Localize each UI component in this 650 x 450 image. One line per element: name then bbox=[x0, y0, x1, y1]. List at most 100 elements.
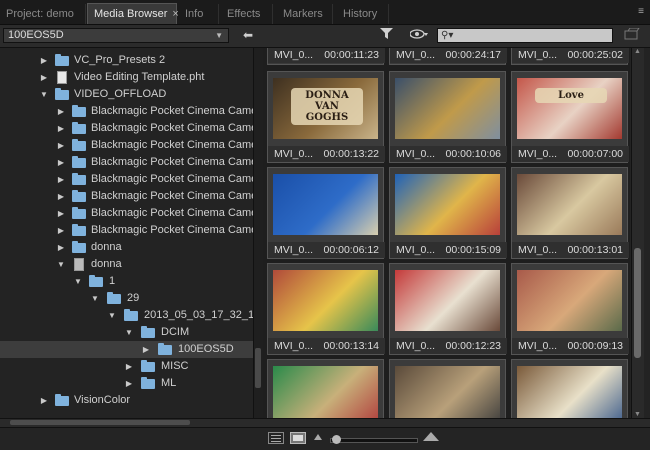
tree-item[interactable]: ▶ Blackmagic Pocket Cinema Camer bbox=[0, 171, 253, 188]
expand-arrow-icon[interactable]: ▶ bbox=[40, 392, 48, 409]
tree-item[interactable]: ▶ Blackmagic Pocket Cinema Camer bbox=[0, 137, 253, 154]
tree-scrollbar[interactable] bbox=[253, 48, 263, 418]
tree-item[interactable]: ▶ VC_Pro_Presets 2 bbox=[0, 52, 253, 69]
clip-thumbnail[interactable]: Love bbox=[517, 78, 622, 139]
tree-item[interactable]: ▶ ML bbox=[0, 375, 253, 392]
tree-item[interactable]: ▼ 29 bbox=[0, 290, 253, 307]
tree-item[interactable]: ▶ Video Editing Template.pht bbox=[0, 69, 253, 86]
tab-project[interactable]: Project: demo bbox=[0, 4, 86, 24]
icon-view-icon[interactable] bbox=[290, 432, 306, 444]
expand-arrow-icon[interactable]: ▶ bbox=[57, 120, 65, 137]
scroll-up-icon[interactable]: ▲ bbox=[634, 48, 641, 55]
expand-arrow-icon[interactable]: ▶ bbox=[57, 205, 65, 222]
expand-arrow-icon[interactable]: ▶ bbox=[142, 341, 150, 358]
tree-item-label: VisionColor bbox=[74, 394, 131, 406]
clip-thumbnail[interactable]: DONNA VAN GOGHS bbox=[273, 78, 378, 139]
tab-media-browser[interactable]: Media Browser × bbox=[87, 3, 179, 24]
media-clip[interactable]: MVI_0...00:00:14:17 bbox=[267, 359, 384, 418]
clip-thumbnail[interactable] bbox=[273, 366, 378, 418]
tree-item[interactable]: ▶ Blackmagic Pocket Cinema Camer bbox=[0, 222, 253, 239]
tree-item[interactable]: ▶ Blackmagic Pocket Cinema Camer bbox=[0, 188, 253, 205]
tree-item[interactable]: ▶ Blackmagic Pocket Cinema Camer bbox=[0, 120, 253, 137]
list-view-icon[interactable] bbox=[268, 432, 284, 444]
clip-thumbnail[interactable] bbox=[273, 270, 378, 331]
back-arrow-icon[interactable]: ⬅ bbox=[243, 28, 253, 43]
expand-arrow-icon[interactable]: ▶ bbox=[57, 188, 65, 205]
clip-thumbnail[interactable] bbox=[395, 174, 500, 235]
thumbnail-size-slider[interactable] bbox=[330, 435, 418, 444]
media-clip[interactable]: MVI_0... 00:00:11:23 bbox=[267, 48, 385, 65]
horizontal-scrollbar[interactable] bbox=[0, 418, 650, 427]
location-dropdown[interactable]: 100EOS5D ▼ bbox=[3, 28, 229, 43]
media-clip[interactable]: MVI_0...00:00:17:11 bbox=[389, 359, 506, 418]
media-clip[interactable]: MVI_0... 00:00:06:12 bbox=[267, 167, 385, 259]
media-clip[interactable]: MVI_0... 00:00:13:14 bbox=[267, 263, 385, 355]
tree-item-selected[interactable]: ▶ 100EOS5D bbox=[0, 341, 253, 358]
tab-markers[interactable]: Markers bbox=[277, 4, 333, 24]
collapse-arrow-icon[interactable]: ▼ bbox=[74, 273, 82, 290]
slider-knob[interactable] bbox=[332, 435, 341, 444]
media-clip[interactable]: MVI_0... 00:00:13:01 bbox=[511, 167, 629, 259]
expand-arrow-icon[interactable]: ▶ bbox=[40, 69, 48, 86]
media-clip[interactable]: MVI_0...00:00:26:22 bbox=[511, 359, 628, 418]
new-bin-icon[interactable] bbox=[624, 27, 640, 44]
clip-thumbnail[interactable] bbox=[517, 366, 622, 418]
media-clip[interactable]: MVI_0... 00:00:10:06 bbox=[389, 71, 507, 163]
clip-thumbnail[interactable] bbox=[517, 174, 622, 235]
expand-arrow-icon[interactable]: ▶ bbox=[57, 222, 65, 239]
media-clip[interactable]: MVI_0... 00:00:24:17 bbox=[389, 48, 507, 65]
tab-info[interactable]: Info bbox=[179, 4, 219, 24]
expand-arrow-icon[interactable]: ▶ bbox=[57, 171, 65, 188]
zoom-in-icon[interactable] bbox=[423, 432, 439, 441]
clip-thumbnail[interactable] bbox=[395, 78, 500, 139]
collapse-arrow-icon[interactable]: ▼ bbox=[108, 307, 116, 324]
close-icon[interactable]: × bbox=[172, 8, 178, 20]
tree-item[interactable]: ▶ Blackmagic Pocket Cinema Camer bbox=[0, 154, 253, 171]
zoom-out-icon[interactable] bbox=[314, 434, 322, 440]
panel-menu-icon[interactable]: ≡ bbox=[638, 6, 644, 17]
media-clip[interactable]: DONNA VAN GOGHS MVI_0... 00:00:13:22 bbox=[267, 71, 385, 163]
expand-arrow-icon[interactable]: ▶ bbox=[125, 375, 133, 392]
tab-effects[interactable]: Effects bbox=[221, 4, 273, 24]
tree-item[interactable]: ▶ VisionColor bbox=[0, 392, 253, 409]
tree-item[interactable]: ▼ 1 bbox=[0, 273, 253, 290]
clip-thumbnail[interactable] bbox=[517, 270, 622, 331]
scrollbar-thumb[interactable] bbox=[255, 348, 261, 388]
expand-arrow-icon[interactable]: ▶ bbox=[40, 52, 48, 69]
tree-item[interactable]: ▶ Blackmagic Pocket Cinema Camer bbox=[0, 103, 253, 120]
tree-item[interactable]: ▼ VIDEO_OFFLOAD bbox=[0, 86, 253, 103]
collapse-arrow-icon[interactable]: ▼ bbox=[40, 86, 48, 103]
expand-arrow-icon[interactable]: ▶ bbox=[125, 358, 133, 375]
clip-thumbnail[interactable] bbox=[273, 174, 378, 235]
tree-item[interactable]: ▼ DCIM bbox=[0, 324, 253, 341]
media-clip[interactable]: MVI_0... 00:00:09:13 bbox=[511, 263, 629, 355]
media-clip[interactable]: MVI_0... 00:00:15:09 bbox=[389, 167, 507, 259]
folder-icon bbox=[141, 326, 155, 338]
media-clip[interactable]: MVI_0... 00:00:25:02 bbox=[511, 48, 629, 65]
tree-item[interactable]: ▼ donna bbox=[0, 256, 253, 273]
tree-item-label: VIDEO_OFFLOAD bbox=[74, 88, 167, 100]
eye-icon[interactable] bbox=[409, 28, 428, 44]
tree-item[interactable]: ▶ donna bbox=[0, 239, 253, 256]
scrollbar-thumb[interactable] bbox=[634, 248, 641, 358]
tree-item[interactable]: ▶ MISC bbox=[0, 358, 253, 375]
collapse-arrow-icon[interactable]: ▼ bbox=[57, 256, 65, 273]
clip-thumbnail[interactable] bbox=[395, 366, 500, 418]
search-input[interactable]: ⚲▾ bbox=[437, 28, 613, 43]
expand-arrow-icon[interactable]: ▶ bbox=[57, 103, 65, 120]
collapse-arrow-icon[interactable]: ▼ bbox=[125, 324, 133, 341]
scroll-down-icon[interactable]: ▼ bbox=[634, 411, 641, 418]
filter-icon[interactable] bbox=[380, 28, 393, 44]
media-clip[interactable]: Love MVI_0... 00:00:07:00 bbox=[511, 71, 629, 163]
tree-item[interactable]: ▶ Blackmagic Pocket Cinema Camer bbox=[0, 205, 253, 222]
clip-thumbnail[interactable] bbox=[395, 270, 500, 331]
media-clip[interactable]: MVI_0... 00:00:12:23 bbox=[389, 263, 507, 355]
tab-history[interactable]: History bbox=[337, 4, 389, 24]
collapse-arrow-icon[interactable]: ▼ bbox=[91, 290, 99, 307]
scrollbar-thumb[interactable] bbox=[10, 420, 190, 425]
tree-item[interactable]: ▼ 2013_05_03_17_32_15 bbox=[0, 307, 253, 324]
expand-arrow-icon[interactable]: ▶ bbox=[57, 154, 65, 171]
expand-arrow-icon[interactable]: ▶ bbox=[57, 239, 65, 256]
grid-scrollbar[interactable]: ▲ ▼ bbox=[631, 48, 644, 418]
expand-arrow-icon[interactable]: ▶ bbox=[57, 137, 65, 154]
